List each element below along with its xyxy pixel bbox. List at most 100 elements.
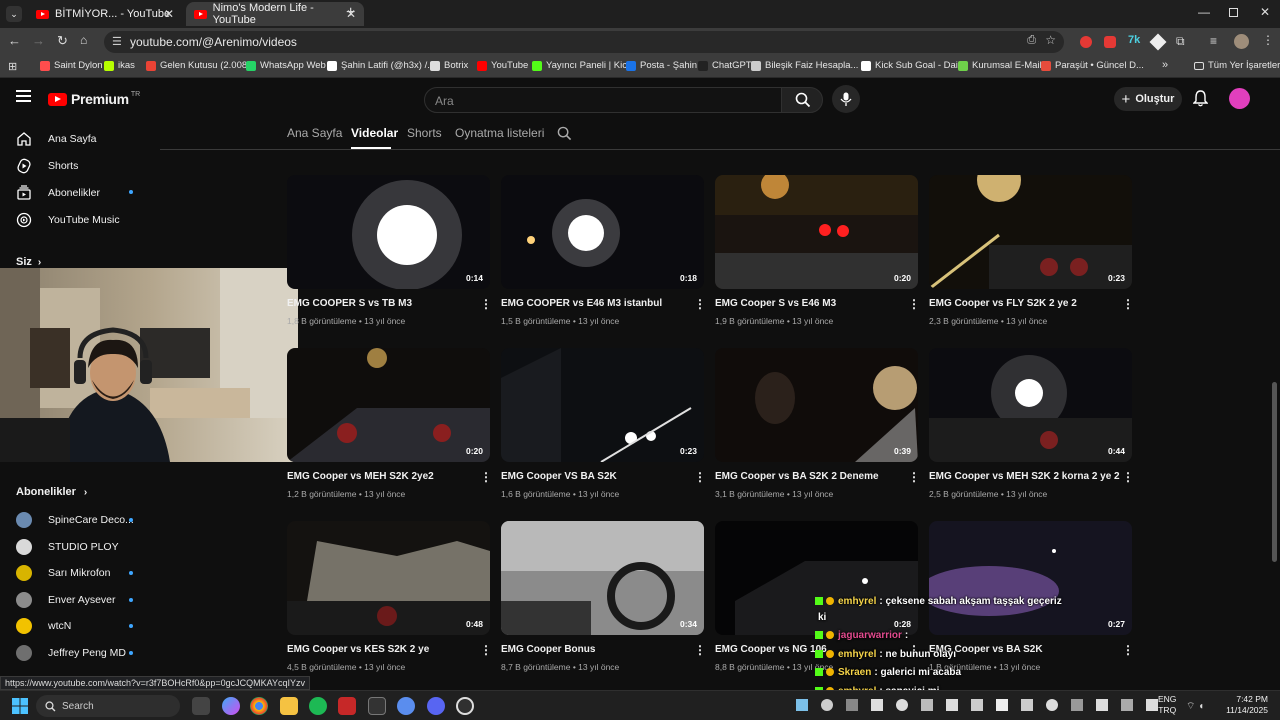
extension-icon[interactable] — [1080, 36, 1092, 48]
subscription-item[interactable]: Enver Aysever — [16, 591, 116, 608]
profile-avatar[interactable] — [1234, 34, 1249, 49]
bookmark-item[interactable]: Botrix — [430, 60, 468, 71]
extension-icon[interactable] — [1104, 36, 1116, 48]
all-bookmarks-folder[interactable]: Tüm Yer İşaretleri — [1194, 60, 1280, 71]
bookmark-item[interactable]: Posta - Şahin — [626, 60, 697, 71]
close-window-button[interactable]: ✕ — [1260, 5, 1270, 19]
bookmark-item[interactable]: Saint Dylon — [40, 60, 103, 71]
clock[interactable]: 7:42 PM 11/14/2025 — [1222, 694, 1268, 716]
bookmark-item[interactable]: Gelen Kutusu (2.008... — [146, 60, 255, 71]
new-tab-button[interactable]: + — [346, 4, 355, 22]
bookmark-item[interactable]: YouTube — [477, 60, 528, 71]
site-info-icon[interactable]: ☰ — [112, 35, 122, 48]
video-thumbnail[interactable]: 0:34 — [501, 521, 704, 635]
video-thumbnail[interactable]: 0:27 — [929, 521, 1132, 635]
tab-search-button[interactable]: ⌄ — [6, 6, 22, 22]
video-title[interactable]: EMG Cooper VS BA S2K — [501, 471, 617, 482]
bookmark-item[interactable]: ChatGPT — [698, 60, 752, 71]
windows-start-icon[interactable] — [12, 698, 28, 714]
video-thumbnail[interactable]: 0:20 — [287, 348, 490, 462]
tab-home[interactable]: Ana Sayfa — [287, 126, 342, 140]
browser-menu-icon[interactable]: ⋮ — [1262, 33, 1274, 47]
chrome-icon[interactable] — [250, 697, 268, 715]
video-menu-icon[interactable]: ⋮ — [908, 297, 920, 311]
obs-icon[interactable] — [456, 697, 474, 715]
channel-search-icon[interactable] — [557, 126, 572, 144]
video-title[interactable]: EMG Cooper vs MEH S2K 2ye2 — [287, 471, 434, 482]
video-thumbnail[interactable]: 0:23 — [929, 175, 1132, 289]
subscription-item[interactable]: STUDIO PLOY — [16, 538, 119, 555]
video-menu-icon[interactable]: ⋮ — [694, 470, 706, 484]
video-thumbnail[interactable]: 0:44 — [929, 348, 1132, 462]
sidebar-item-subscriptions[interactable]: Abonelikler — [16, 185, 100, 201]
video-thumbnail[interactable]: 0:23 — [501, 348, 704, 462]
system-tray-icons[interactable] — [796, 699, 1158, 711]
reload-icon[interactable]: ↻ — [57, 33, 68, 49]
video-menu-icon[interactable]: ⋮ — [480, 297, 492, 311]
video-thumbnail[interactable]: 0:48 — [287, 521, 490, 635]
apps-grid-icon[interactable]: ⊞ — [8, 60, 17, 73]
subscriptions-header[interactable]: Abonelikler › — [16, 486, 87, 498]
spotify-icon[interactable] — [309, 697, 327, 715]
subscription-item[interactable]: Jeffrey Peng MD — [16, 645, 126, 661]
back-icon[interactable]: ← — [8, 33, 21, 48]
video-menu-icon[interactable]: ⋮ — [480, 643, 492, 657]
copilot-icon[interactable] — [222, 697, 240, 715]
subscription-item[interactable]: wtcN — [16, 618, 71, 635]
video-menu-icon[interactable]: ⋮ — [694, 297, 706, 311]
search-input[interactable]: Ara — [424, 87, 782, 113]
minimize-button[interactable]: — — [1198, 5, 1210, 19]
bookmark-star-icon[interactable]: ☆ — [1045, 33, 1056, 47]
bookmark-item[interactable]: Yayıncı Paneli | Kick — [532, 60, 632, 71]
video-title[interactable]: EMG Cooper vs FLY S2K 2 ye 2 — [929, 298, 1077, 309]
notifications-bell-icon[interactable] — [1192, 90, 1209, 110]
video-title[interactable]: EMG COOPER S vs TB M3 — [287, 298, 412, 309]
install-app-icon[interactable]: ⎙ — [1027, 34, 1036, 47]
file-explorer-icon[interactable] — [280, 697, 298, 715]
browser-tab-2[interactable]: Nimo's Modern Life - YouTube ✕ — [186, 2, 364, 26]
hamburger-menu-icon[interactable] — [16, 90, 31, 102]
extensions-puzzle-icon[interactable]: ⧉ — [1176, 34, 1185, 49]
tab-playlists[interactable]: Oynatma listeleri — [455, 126, 544, 140]
youtube-premium-logo[interactable]: Premium TR — [48, 91, 140, 107]
app-icon[interactable] — [368, 697, 386, 715]
account-avatar[interactable] — [1229, 88, 1250, 109]
sidebar-item-shorts[interactable]: Shorts — [16, 158, 78, 174]
task-view-icon[interactable] — [192, 697, 210, 715]
address-bar[interactable]: ☰ youtube.com/@Arenimo/videos ⎙ ☆ — [104, 31, 1064, 53]
tab-videos[interactable]: Videolar — [351, 126, 398, 140]
subscription-item[interactable]: Sarı Mikrofon — [16, 565, 110, 582]
video-menu-icon[interactable]: ⋮ — [1122, 643, 1134, 657]
home-icon[interactable]: ⌂ — [80, 33, 87, 47]
language-indicator[interactable]: ENG TRQ — [1158, 694, 1176, 716]
video-title[interactable]: EMG Cooper S vs E46 M3 — [715, 298, 836, 309]
extension-icon[interactable]: 7k — [1128, 34, 1140, 46]
reading-list-icon[interactable]: ≡ — [1210, 34, 1217, 48]
app-icon[interactable] — [397, 697, 415, 715]
sidebar-item-youtube-music[interactable]: YouTube Music — [16, 212, 120, 228]
sidebar-item-home[interactable]: Ana Sayfa — [16, 131, 96, 147]
video-menu-icon[interactable]: ⋮ — [480, 470, 492, 484]
video-title[interactable]: EMG COOPER vs E46 M3 istanbul — [501, 298, 662, 309]
video-title[interactable]: EMG Cooper vs NG 106 — [715, 644, 827, 655]
sidebar-you-section[interactable]: Siz › — [16, 256, 41, 268]
video-title[interactable]: EMG Cooper Bonus — [501, 644, 595, 655]
video-thumbnail[interactable]: 0:39 — [715, 348, 918, 462]
video-menu-icon[interactable]: ⋮ — [1122, 470, 1134, 484]
video-thumbnail[interactable]: 0:20 — [715, 175, 918, 289]
more-bookmarks-icon[interactable]: » — [1162, 59, 1168, 71]
tray-icons[interactable]: ⌔ ◖ — [1186, 700, 1204, 713]
video-thumbnail[interactable]: 0:14 — [287, 175, 490, 289]
app-icon[interactable] — [338, 697, 356, 715]
bookmark-item[interactable]: Kick Sub Goal - Dail... — [861, 60, 968, 71]
video-thumbnail[interactable]: 0:18 — [501, 175, 704, 289]
bookmark-item[interactable]: ikas — [104, 60, 135, 71]
bookmark-item[interactable]: Paraşüt • Güncel D... — [1041, 60, 1144, 71]
video-menu-icon[interactable]: ⋮ — [694, 643, 706, 657]
taskbar-search-input[interactable]: Search — [36, 695, 180, 717]
extension-icon[interactable] — [1149, 33, 1167, 51]
tab-shorts[interactable]: Shorts — [407, 126, 442, 140]
bookmark-item[interactable]: Kurumsal E-Mail — [958, 60, 1042, 71]
video-title[interactable]: EMG Cooper vs MEH S2K 2 korna 2 ye 2 — [929, 471, 1120, 482]
voice-search-button[interactable] — [832, 85, 860, 113]
